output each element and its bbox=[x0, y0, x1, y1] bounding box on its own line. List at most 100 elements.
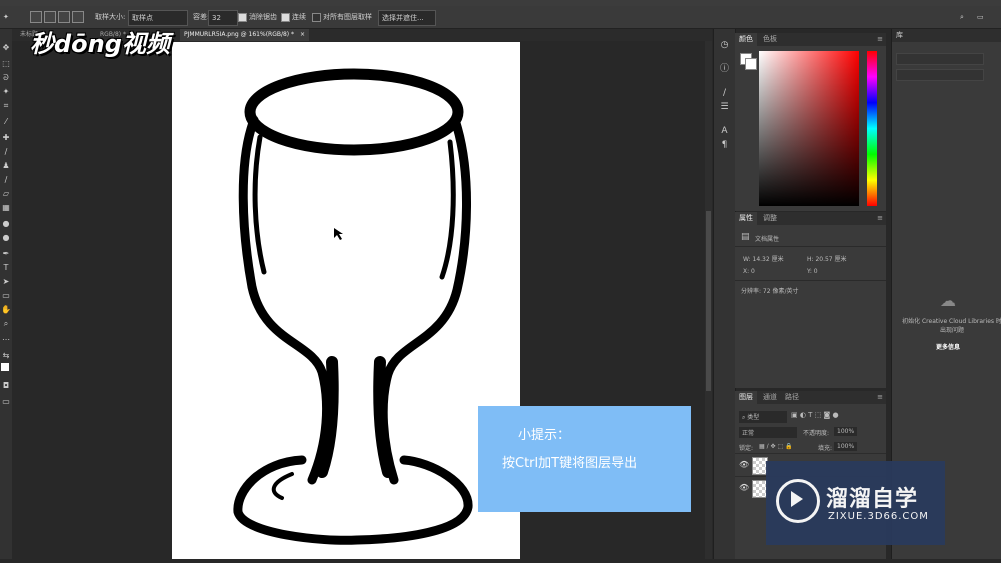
tab-channels[interactable]: 通道 bbox=[759, 391, 781, 404]
brush-tool-icon[interactable]: ∕ bbox=[1, 147, 11, 157]
hue-slider[interactable] bbox=[867, 51, 877, 206]
lasso-tool-icon[interactable]: ᘐ bbox=[1, 73, 11, 83]
tab-document-active[interactable]: PJMMURLR5IA.png @ 161%(RGB/8) * × bbox=[180, 29, 310, 41]
tolerance-label: 容差: bbox=[193, 13, 210, 21]
type-tool-icon[interactable]: T bbox=[1, 263, 11, 273]
gradient-tool-icon[interactable]: ▦ bbox=[1, 203, 11, 213]
marquee-tool-icon[interactable]: ⬚ bbox=[1, 59, 11, 69]
move-tool-icon[interactable]: ✥ bbox=[1, 43, 11, 53]
doc-props-label: 文档属性 bbox=[755, 236, 780, 243]
layer-filter-icons[interactable]: ▣ ◐ T ⬚ ◙ ● bbox=[791, 411, 839, 419]
eraser-tool-icon[interactable]: ▱ bbox=[1, 189, 11, 199]
sample-all-label: 对所有图层取样 bbox=[323, 13, 372, 21]
document-canvas[interactable] bbox=[172, 42, 520, 559]
path-select-icon[interactable]: ➤ bbox=[1, 277, 11, 287]
library-search[interactable] bbox=[896, 69, 984, 81]
tab-color[interactable]: 颜色 bbox=[735, 33, 757, 46]
watermark-en: ZIXUE.3D66.COM bbox=[828, 511, 929, 522]
adjust-sliders-icon[interactable]: ☰ bbox=[718, 101, 731, 114]
tip-title: 小提示： bbox=[518, 428, 571, 443]
tip-text: 按Ctrl加T键将图层导出 bbox=[502, 456, 638, 471]
cursor-icon bbox=[334, 228, 343, 240]
quick-mask-icon[interactable]: ◘ bbox=[1, 381, 11, 391]
checkbox-unchecked-icon bbox=[312, 12, 321, 22]
paragraph-icon[interactable]: ¶ bbox=[718, 139, 731, 152]
tab-paths[interactable]: 路径 bbox=[781, 391, 803, 404]
search-icon[interactable]: ⌕ bbox=[960, 10, 964, 24]
foreground-color-swatch[interactable] bbox=[1, 363, 9, 371]
opacity-input[interactable]: 100% bbox=[834, 427, 858, 436]
healing-brush-icon[interactable]: ✚ bbox=[1, 133, 11, 143]
stamp-tool-icon[interactable]: ♟ bbox=[1, 161, 11, 171]
fill-label: 填充: bbox=[818, 445, 833, 452]
pen-tool-icon[interactable]: ✒ bbox=[1, 249, 11, 259]
layer-kind-filter[interactable]: ⌕ 类型 bbox=[739, 411, 787, 423]
select-and-mask-button[interactable]: 选择并遮住... bbox=[378, 10, 436, 26]
history-icon[interactable]: ◷ bbox=[718, 39, 731, 52]
eye-icon[interactable]: 👁 bbox=[739, 483, 749, 492]
blend-mode-select[interactable]: 正常 bbox=[739, 427, 797, 438]
lock-icons[interactable]: ▦ ∕ ✥ ⬚ 🔒 bbox=[759, 443, 793, 450]
tip-box: 小提示： 按Ctrl加T键将图层导出 bbox=[478, 406, 691, 512]
panel-menu-icon[interactable]: ≡ bbox=[877, 33, 883, 46]
tab-properties[interactable]: 属性 bbox=[735, 212, 757, 225]
goblet-outline-image bbox=[233, 68, 473, 545]
tab-active-label: PJMMURLR5IA.png @ 161%(RGB/8) * bbox=[184, 31, 295, 38]
new-selection-icon[interactable] bbox=[30, 11, 42, 23]
character-icon[interactable]: A bbox=[718, 125, 731, 138]
shape-tool-icon[interactable]: ▭ bbox=[1, 291, 11, 301]
hand-tool-icon[interactable]: ✋ bbox=[1, 305, 11, 315]
brush-settings-icon[interactable]: ∕ bbox=[718, 87, 731, 100]
tab-adjustments[interactable]: 调整 bbox=[759, 212, 781, 225]
workspace-icon[interactable]: ▭ bbox=[977, 10, 984, 24]
contiguous-label: 连续 bbox=[292, 13, 306, 21]
layer-kind-label: 类型 bbox=[747, 414, 760, 421]
intersect-selection-icon[interactable] bbox=[72, 11, 84, 23]
y-value: Y: 0 bbox=[807, 268, 818, 275]
crop-tool-icon[interactable]: ⌗ bbox=[1, 101, 11, 111]
panel-menu-icon[interactable]: ≡ bbox=[877, 391, 883, 404]
more-info-link[interactable]: 更多信息 bbox=[936, 342, 960, 351]
tab-layers[interactable]: 图层 bbox=[735, 391, 757, 404]
magic-wand-tool-icon[interactable]: ✦ bbox=[3, 10, 9, 24]
libraries-panel-header: 库 bbox=[892, 29, 1001, 42]
library-error-message: 初始化 Creative Cloud Libraries 时出现问题 bbox=[902, 318, 1001, 334]
eye-icon[interactable]: 👁 bbox=[739, 460, 749, 469]
document-icon: ▤ bbox=[741, 232, 750, 242]
background-swatch[interactable] bbox=[745, 58, 757, 70]
close-icon[interactable]: × bbox=[300, 31, 305, 38]
contiguous-checkbox[interactable]: 连续 bbox=[281, 10, 306, 24]
resolution-value: 分辨率: 72 像素/英寸 bbox=[741, 288, 799, 295]
tab-swatches[interactable]: 色板 bbox=[759, 33, 781, 46]
watermark-cn: 溜溜自学 bbox=[826, 487, 919, 512]
properties-panel: 属性 调整 ≡ ▤ 文档属性 W: 14.32 厘米 H: 20.57 厘米 X… bbox=[735, 212, 886, 388]
info-icon[interactable]: ⓘ bbox=[718, 63, 731, 76]
x-value: X: 0 bbox=[743, 268, 755, 275]
color-panel: 颜色 色板 ≡ bbox=[735, 33, 886, 211]
anti-alias-label: 消除锯齿 bbox=[249, 13, 277, 21]
vertical-scrollbar[interactable] bbox=[705, 41, 712, 559]
more-tools-icon[interactable]: ⋯ bbox=[1, 335, 11, 345]
magic-wand-icon[interactable]: ✦ bbox=[1, 87, 11, 97]
library-select[interactable] bbox=[896, 53, 984, 65]
screen-mode-icon[interactable]: ▭ bbox=[1, 397, 11, 407]
tab-libraries[interactable]: 库 bbox=[896, 29, 903, 42]
scrollbar-thumb[interactable] bbox=[706, 211, 711, 391]
height-value: H: 20.57 厘米 bbox=[807, 256, 847, 263]
subtract-selection-icon[interactable] bbox=[58, 11, 70, 23]
zoom-tool-icon[interactable]: ⌕ bbox=[1, 319, 11, 329]
swap-colors-icon[interactable]: ⇆ bbox=[1, 351, 11, 361]
sample-all-layers-checkbox[interactable]: 对所有图层取样 bbox=[312, 10, 372, 24]
panel-menu-icon[interactable]: ≡ bbox=[877, 212, 883, 225]
history-brush-icon[interactable]: ∕ bbox=[1, 175, 11, 185]
watermark: 溜溜自学 ZIXUE.3D66.COM bbox=[766, 461, 945, 545]
lock-label: 锁定: bbox=[739, 445, 754, 452]
eyedropper-tool-icon[interactable]: ⁄ bbox=[1, 117, 11, 127]
add-selection-icon[interactable] bbox=[44, 11, 56, 23]
fill-input[interactable]: 100% bbox=[834, 442, 858, 451]
blur-tool-icon[interactable]: ● bbox=[1, 219, 11, 229]
tolerance-input[interactable]: 32 bbox=[208, 10, 238, 26]
dodge-tool-icon[interactable]: ● bbox=[1, 233, 11, 243]
anti-alias-checkbox[interactable]: 消除锯齿 bbox=[238, 10, 277, 24]
color-picker-field[interactable] bbox=[759, 51, 859, 206]
